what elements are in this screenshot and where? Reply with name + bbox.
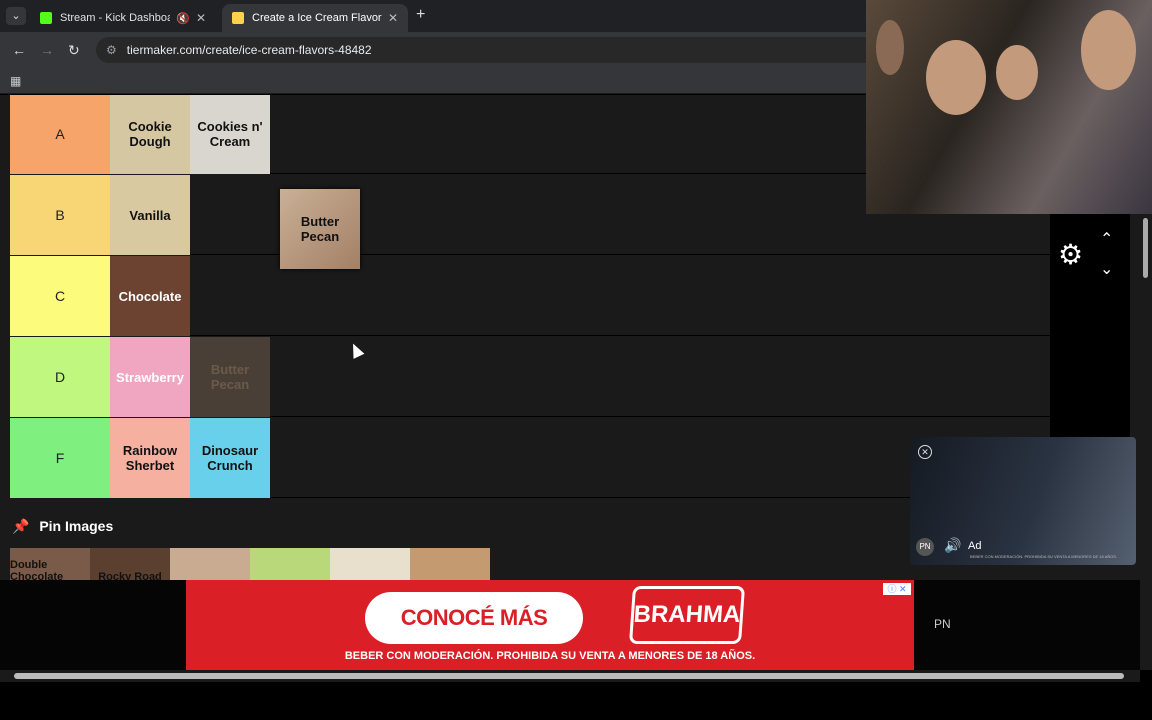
tab-label: Create a Ice Cream Flavors Tier [252, 12, 382, 24]
chevron-up-icon[interactable]: ⌃ [1100, 229, 1113, 249]
close-ad-icon[interactable]: ✕ [918, 445, 932, 459]
tier-label[interactable]: C [10, 256, 110, 336]
cta-button[interactable]: CONOCÉ MÁS [365, 592, 583, 644]
webcam-overlay [866, 0, 1152, 214]
pool-item[interactable]: Rocky Road [90, 548, 170, 583]
bottom-bar [0, 682, 1152, 720]
streamer-face [926, 40, 986, 115]
tier-label[interactable]: D [10, 337, 110, 417]
tab-tiermaker[interactable]: Create a Ice Cream Flavors Tier ✕ [222, 4, 408, 32]
person-face [996, 45, 1038, 100]
legal-text: BEBER CON MODERACIÓN. PROHIBIDA SU VENTA… [344, 650, 756, 662]
tier-row: D Strawberry Butter Pecan [10, 337, 1050, 417]
address-bar[interactable]: ⚙ tiermaker.com/create/ice-cream-flavors… [96, 37, 996, 63]
pin-images-label: Pin Images [39, 518, 114, 534]
pin-icon: 📌 [12, 518, 30, 534]
adchoices-icon[interactable]: ⓘ ✕ [883, 583, 911, 595]
forward-icon[interactable]: → [40, 42, 54, 58]
tier-row: F Rainbow Sherbet Dinosaur Crunch [10, 418, 1050, 498]
close-tab-icon[interactable]: ✕ [388, 11, 398, 25]
image-pool: Double Chocolate Rocky Road [10, 548, 490, 583]
tab-kick-dashboard[interactable]: Stream - Kick Dashboard 🔇 ✕ [30, 4, 216, 32]
pool-item[interactable] [250, 548, 330, 583]
horizontal-scrollbar[interactable] [0, 670, 1140, 682]
gear-icon[interactable]: ⚙ [1058, 238, 1083, 271]
url-text: tiermaker.com/create/ice-cream-flavors-4… [126, 43, 372, 57]
pool-item[interactable] [170, 548, 250, 583]
tier-label[interactable]: F [10, 418, 110, 498]
vertical-scrollbar[interactable] [1140, 214, 1152, 670]
ad-label: Ad [968, 540, 982, 552]
apps-grid-icon[interactable]: ▦ [10, 74, 21, 88]
new-tab-button[interactable]: + [416, 6, 425, 24]
ad-fine-print: BEBER CON MODERACIÓN. PROHIBIDA SU VENTA… [970, 554, 1118, 559]
person-face [876, 20, 904, 75]
pool-item[interactable]: Double Chocolate [10, 548, 90, 583]
muted-audio-icon[interactable]: 🔇 [176, 12, 190, 25]
reload-icon[interactable]: ↻ [68, 42, 80, 59]
tier-row: C Chocolate [10, 256, 1050, 336]
tier-item[interactable]: Butter Pecan [190, 337, 270, 417]
side-logo: PN [934, 617, 951, 631]
pin-images-toggle[interactable]: 📌 Pin Images [12, 518, 113, 535]
site-info-icon[interactable]: ⚙ [106, 43, 117, 57]
banner-ad[interactable]: CONOCÉ MÁS BRAHMA BEBER CON MODERACIÓN. … [186, 580, 914, 670]
brand-logo: BRAHMA [628, 586, 746, 644]
tab-search-button[interactable]: ⌄ [6, 7, 26, 25]
tier-item[interactable]: Chocolate [110, 256, 190, 336]
tier-item[interactable]: Vanilla [110, 175, 190, 255]
kick-favicon-icon [40, 12, 52, 24]
tier-item[interactable]: Rainbow Sherbet [110, 418, 190, 498]
ad-logo: PN [916, 538, 934, 556]
back-icon[interactable]: ← [12, 42, 26, 58]
tiermaker-favicon-icon [232, 12, 244, 24]
tier-item[interactable]: Cookie Dough [110, 95, 190, 174]
video-ad[interactable]: ✕ PN 🔊 Ad BEBER CON MODERACIÓN. PROHIBID… [910, 437, 1136, 565]
chevron-down-icon[interactable]: ⌄ [1100, 259, 1113, 279]
scroll-thumb[interactable] [14, 673, 1124, 679]
tab-label: Stream - Kick Dashboard [60, 12, 171, 24]
tier-item[interactable]: Strawberry [110, 337, 190, 417]
scroll-thumb[interactable] [1143, 218, 1148, 278]
tier-label[interactable]: A [10, 95, 110, 174]
person-face [1081, 10, 1136, 90]
close-tab-icon[interactable]: ✕ [196, 11, 206, 25]
speaker-icon[interactable]: 🔊 [944, 537, 961, 554]
tier-item[interactable]: Cookies n' Cream [190, 95, 270, 174]
pool-item[interactable] [330, 548, 410, 583]
pool-item[interactable] [410, 548, 490, 583]
dragging-item-butter-pecan[interactable]: Butter Pecan [280, 189, 360, 269]
tier-item[interactable]: Dinosaur Crunch [190, 418, 270, 498]
tier-label[interactable]: B [10, 175, 110, 255]
